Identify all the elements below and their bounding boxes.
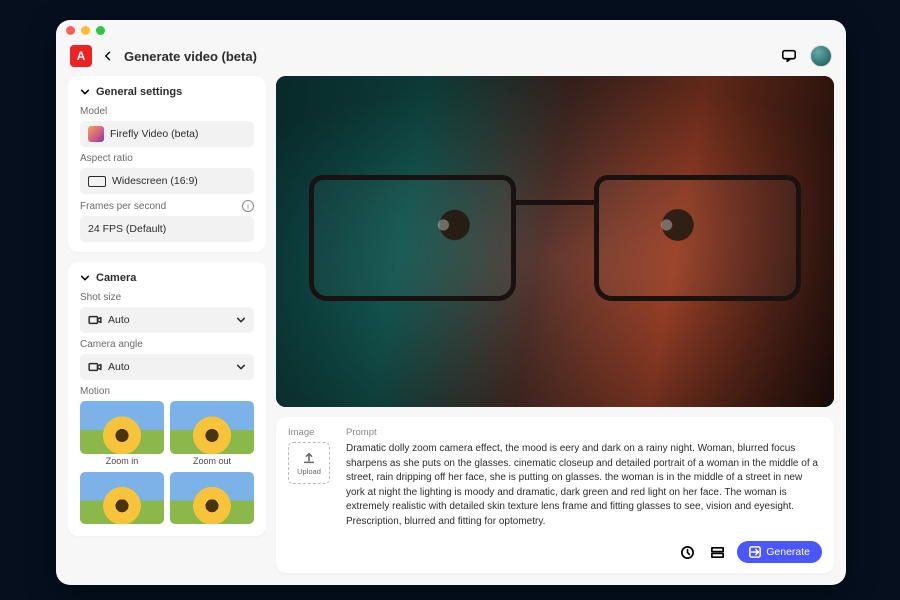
upload-icon	[302, 451, 316, 465]
camera-icon	[88, 315, 102, 325]
general-settings-header[interactable]: General settings	[80, 86, 254, 98]
info-icon[interactable]: i	[242, 200, 254, 212]
generate-icon	[749, 546, 761, 558]
camera-icon	[88, 362, 102, 372]
motion-thumb	[80, 401, 164, 454]
aspect-ratio-label: Aspect ratio	[80, 153, 254, 164]
image-upload-col: Image Upload	[288, 427, 334, 529]
page-title: Generate video (beta)	[124, 49, 257, 64]
chevron-down-icon	[80, 87, 90, 97]
header: A Generate video (beta)	[56, 36, 846, 76]
window-close-dot[interactable]	[66, 26, 75, 35]
glasses-overlay	[309, 175, 800, 301]
prompt-label: Prompt	[346, 427, 822, 438]
prompt-actions: Generate	[288, 541, 822, 563]
model-value: Firefly Video (beta)	[110, 128, 246, 140]
model-thumb-icon	[88, 126, 104, 142]
chevron-down-icon	[236, 315, 246, 325]
general-settings-title: General settings	[96, 86, 182, 98]
window-zoom-dot[interactable]	[96, 26, 105, 35]
upload-button[interactable]: Upload	[288, 442, 330, 484]
generate-button[interactable]: Generate	[737, 541, 822, 563]
image-label: Image	[288, 427, 334, 438]
motion-grid: Zoom in Zoom out	[80, 401, 254, 526]
widescreen-icon	[88, 176, 106, 187]
aspect-ratio-select[interactable]: Widescreen (16:9)	[80, 168, 254, 194]
window-titlebar	[56, 20, 846, 36]
adobe-logo[interactable]: A	[70, 45, 92, 67]
fps-value: 24 FPS (Default)	[88, 223, 246, 235]
prompt-card: Image Upload Prompt Dramatic dolly zoom …	[276, 417, 834, 573]
chevron-down-icon	[80, 273, 90, 283]
motion-thumb	[80, 472, 164, 525]
window-minimize-dot[interactable]	[81, 26, 90, 35]
prompt-col: Prompt Dramatic dolly zoom camera effect…	[346, 427, 822, 529]
upload-label: Upload	[297, 467, 321, 476]
fps-label: Frames per second i	[80, 200, 254, 212]
prompt-textarea[interactable]: Dramatic dolly zoom camera effect, the m…	[346, 442, 822, 529]
camera-header[interactable]: Camera	[80, 272, 254, 284]
camera-angle-value: Auto	[108, 361, 230, 373]
content: General settings Model Firefly Video (be…	[56, 76, 846, 585]
app-window: A Generate video (beta) General settings…	[56, 20, 846, 585]
back-icon[interactable]	[102, 50, 114, 62]
motion-label: Motion	[80, 386, 254, 397]
history-icon[interactable]	[677, 542, 697, 562]
camera-angle-label: Camera angle	[80, 339, 254, 350]
motion-option-zoom-out[interactable]: Zoom out	[170, 401, 254, 466]
video-preview[interactable]	[276, 76, 834, 407]
motion-option-3[interactable]	[80, 472, 164, 527]
camera-panel: Camera Shot size Auto Camera angle Auto …	[68, 262, 266, 536]
chevron-down-icon	[236, 362, 246, 372]
model-select[interactable]: Firefly Video (beta)	[80, 121, 254, 147]
shot-size-select[interactable]: Auto	[80, 307, 254, 333]
feedback-icon[interactable]	[778, 45, 800, 67]
general-settings-panel: General settings Model Firefly Video (be…	[68, 76, 266, 252]
motion-thumb	[170, 472, 254, 525]
fps-select[interactable]: 24 FPS (Default)	[80, 216, 254, 242]
camera-title: Camera	[96, 272, 136, 284]
motion-option-zoom-in[interactable]: Zoom in	[80, 401, 164, 466]
user-avatar[interactable]	[810, 45, 832, 67]
main: Image Upload Prompt Dramatic dolly zoom …	[276, 76, 834, 573]
generate-label: Generate	[766, 546, 810, 558]
shot-size-value: Auto	[108, 314, 230, 326]
model-label: Model	[80, 106, 254, 117]
shot-size-label: Shot size	[80, 292, 254, 303]
motion-option-4[interactable]	[170, 472, 254, 527]
settings-toggle-icon[interactable]	[707, 542, 727, 562]
camera-angle-select[interactable]: Auto	[80, 354, 254, 380]
sidebar: General settings Model Firefly Video (be…	[68, 76, 266, 573]
aspect-ratio-value: Widescreen (16:9)	[112, 175, 246, 187]
motion-thumb	[170, 401, 254, 454]
